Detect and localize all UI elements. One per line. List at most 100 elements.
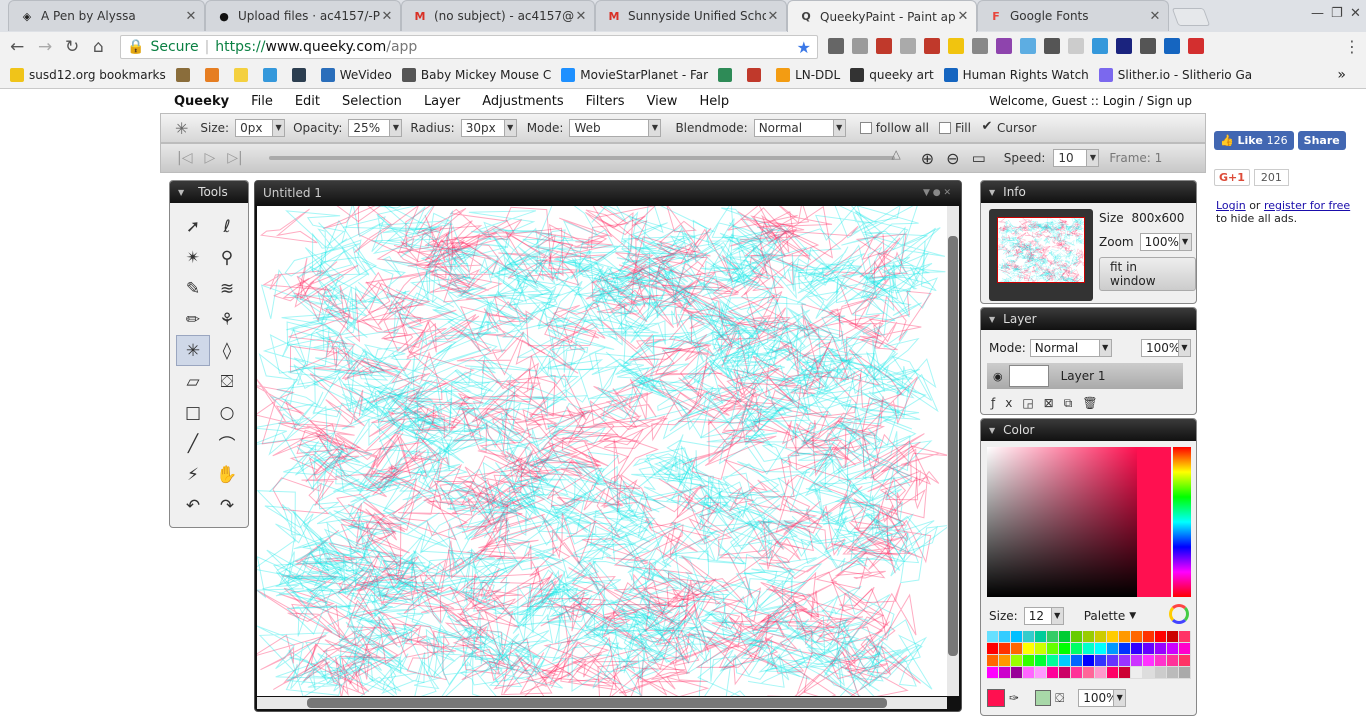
- bookmark-item[interactable]: [747, 68, 766, 82]
- palette-dropdown[interactable]: Palette: [1084, 609, 1126, 623]
- drop-icon[interactable]: ◊: [210, 335, 244, 366]
- facebook-like-button[interactable]: 👍 Like 126: [1214, 131, 1294, 150]
- extension-icon[interactable]: [852, 38, 868, 54]
- play-icon[interactable]: ▷: [204, 150, 215, 166]
- secondary-color-swatch[interactable]: [1035, 690, 1052, 706]
- menu-adjustments[interactable]: Adjustments: [482, 94, 563, 109]
- lasso-icon[interactable]: ℓ: [210, 211, 244, 242]
- browser-tab[interactable]: ● Upload files · ac4157/-P ✕: [205, 0, 401, 31]
- delete-layer-icon[interactable]: 🗑: [1082, 396, 1107, 410]
- extension-icon[interactable]: [948, 38, 964, 54]
- layer-row[interactable]: ◉ Layer 1: [987, 363, 1183, 389]
- menu-file[interactable]: File: [251, 94, 273, 109]
- pencil-icon[interactable]: ✏: [176, 304, 210, 335]
- visibility-eye-icon[interactable]: ◉: [993, 370, 1003, 383]
- monitor-icon[interactable]: ▭: [972, 149, 986, 167]
- bookmark-item[interactable]: [233, 68, 253, 82]
- browser-tab[interactable]: Q QueekyPaint - Paint app ✕: [787, 0, 977, 32]
- size-select[interactable]: 0px ▼: [235, 119, 286, 137]
- first-frame-icon[interactable]: |◁: [177, 150, 192, 166]
- extension-icon[interactable]: [1044, 38, 1060, 54]
- reload-icon[interactable]: ↻: [65, 37, 79, 57]
- color-size-select[interactable]: 12 ▼: [1023, 607, 1064, 625]
- facebook-share-button[interactable]: Share: [1297, 131, 1346, 150]
- horizontal-scrollbar[interactable]: [257, 697, 947, 709]
- curve-icon[interactable]: ⌒: [210, 428, 244, 459]
- timeline-slider[interactable]: △: [268, 147, 901, 161]
- menu-view[interactable]: View: [647, 94, 678, 109]
- extension-icon[interactable]: [924, 38, 940, 54]
- canvas-window-header[interactable]: Untitled 1 ▼ ● ✕: [255, 181, 961, 205]
- home-icon[interactable]: ⌂: [93, 37, 104, 57]
- browser-tab[interactable]: F Google Fonts ✕: [977, 0, 1169, 31]
- new-tab-button[interactable]: [1171, 8, 1211, 26]
- undo-icon[interactable]: ↶: [176, 490, 210, 521]
- follow-all-checkbox[interactable]: [859, 122, 872, 134]
- browser-tab[interactable]: M Sunnyside Unified Schoo ✕: [595, 0, 787, 31]
- primary-color-swatch[interactable]: [987, 689, 1005, 707]
- bucket-icon[interactable]: ⛋: [1055, 691, 1064, 706]
- extension-icon[interactable]: [876, 38, 892, 54]
- bookmark-item[interactable]: Human Rights Watch: [943, 68, 1089, 82]
- ellipse-icon[interactable]: ○: [210, 397, 244, 428]
- tools-panel-header[interactable]: ▼ Tools: [170, 181, 248, 203]
- browser-tab[interactable]: M (no subject) - ac4157@s ✕: [401, 0, 595, 31]
- speed-select[interactable]: 10 ▼: [1053, 149, 1100, 167]
- bookmark-item[interactable]: [291, 68, 311, 82]
- fill-bucket-icon[interactable]: ⛋: [210, 366, 244, 397]
- palette-swatches[interactable]: [987, 631, 1191, 687]
- line-icon[interactable]: ╱: [176, 428, 210, 459]
- close-tab-icon[interactable]: ✕: [766, 9, 780, 24]
- last-frame-icon[interactable]: ▷|: [227, 150, 242, 166]
- google-plus-button[interactable]: G+1: [1214, 169, 1250, 186]
- extension-icon[interactable]: [1188, 38, 1204, 54]
- vertical-scrollbar[interactable]: [947, 206, 959, 696]
- bookmark-item[interactable]: [204, 68, 224, 82]
- close-tab-icon[interactable]: ✕: [1148, 9, 1162, 24]
- more-bookmarks-icon[interactable]: »: [1337, 67, 1346, 83]
- close-tab-icon[interactable]: ✕: [380, 9, 394, 24]
- bookmark-item[interactable]: WeVideo: [320, 68, 392, 82]
- opacity-select[interactable]: 25% ▼: [348, 119, 403, 137]
- color-panel-header[interactable]: ▼ Color: [981, 419, 1196, 441]
- bookmark-item[interactable]: [718, 68, 737, 82]
- signup-link[interactable]: / Sign up: [1139, 94, 1192, 108]
- fx-icon[interactable]: ƒx: [991, 396, 1022, 410]
- zoom-in-icon[interactable]: ⊕: [921, 149, 934, 168]
- redo-icon[interactable]: ↷: [210, 490, 244, 521]
- extension-icon[interactable]: [1164, 38, 1180, 54]
- fill-checkbox[interactable]: [938, 122, 951, 134]
- extension-icon[interactable]: [972, 38, 988, 54]
- bookmark-item[interactable]: [262, 68, 282, 82]
- bookmark-item[interactable]: LN-DDL: [776, 68, 840, 82]
- duplicate-layer-icon[interactable]: ⧉: [1064, 396, 1083, 410]
- layer-mode-select[interactable]: Normal ▼: [1029, 339, 1112, 357]
- new-layer-icon[interactable]: ◲: [1022, 396, 1043, 410]
- smudge-icon[interactable]: ≋: [210, 273, 244, 304]
- drawing-canvas[interactable]: [255, 192, 952, 710]
- brush-icon[interactable]: ✎: [176, 273, 210, 304]
- blendmode-select[interactable]: Normal ▼: [753, 119, 846, 137]
- menu-filters[interactable]: Filters: [586, 94, 625, 109]
- login-link[interactable]: Login: [1103, 94, 1135, 108]
- extension-icon[interactable]: [1140, 38, 1156, 54]
- browser-tab[interactable]: ◈ A Pen by Alyssa ✕: [8, 0, 205, 31]
- extension-icon[interactable]: [828, 38, 844, 54]
- close-tab-icon[interactable]: ✕: [956, 9, 970, 24]
- extension-icon[interactable]: [1020, 38, 1036, 54]
- extension-icon[interactable]: [1092, 38, 1108, 54]
- bookmark-item[interactable]: Slither.io - Slitherio Ga: [1098, 68, 1252, 82]
- sidebar-login-link[interactable]: Login: [1216, 199, 1246, 212]
- bookmark-star-icon[interactable]: ★: [797, 38, 811, 57]
- web-brush-icon[interactable]: ✳: [176, 335, 210, 366]
- menu-edit[interactable]: Edit: [295, 94, 320, 109]
- eyedropper-icon[interactable]: ✑: [1009, 691, 1019, 705]
- mode-select[interactable]: Web ▼: [569, 119, 662, 137]
- zoom-icon[interactable]: ⚲: [210, 242, 244, 273]
- info-zoom-select[interactable]: 100% ▼: [1139, 233, 1192, 251]
- chrome-menu-icon[interactable]: ⋮: [1344, 37, 1360, 56]
- back-icon[interactable]: ←: [10, 37, 24, 57]
- info-panel-header[interactable]: ▼ Info: [981, 181, 1196, 203]
- bookmark-item[interactable]: queeky art: [850, 68, 934, 82]
- canvas-window-controls[interactable]: ▼ ● ✕: [923, 188, 951, 198]
